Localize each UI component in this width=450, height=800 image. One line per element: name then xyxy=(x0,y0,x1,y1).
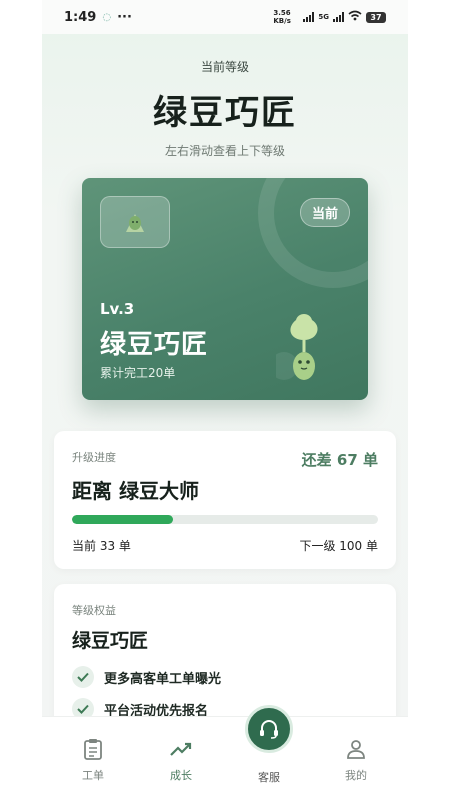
check-icon xyxy=(72,666,94,688)
upgrade-progress-card: 升级进度 还差 67 单 距离 绿豆大师 当前 33 单 下一级 100 单 xyxy=(54,431,396,569)
bean-sprout-mascot-icon xyxy=(276,314,318,380)
benefits-level-name: 绿豆巧匠 xyxy=(72,630,149,652)
tab-service-label: 客服 xyxy=(258,771,280,784)
bean-badge-icon xyxy=(126,214,144,232)
battery-icon: 37 xyxy=(366,11,386,23)
wifi-icon xyxy=(348,10,362,24)
bottom-tab-bar: 工单 成长 客服 我的 xyxy=(42,705,408,800)
progress-bar xyxy=(72,515,378,524)
growth-page: 1:49 ◌ ··· 3.56 KB/s 5G 37 当前等级 绿豆巧匠 左右滑… xyxy=(42,0,408,800)
trend-up-icon xyxy=(151,737,211,761)
status-time: 1:49 xyxy=(64,9,97,25)
remaining-orders: 还差 67 单 xyxy=(301,451,378,469)
status-left: 1:49 ◌ ··· xyxy=(64,10,132,25)
level-card[interactable]: 当前 Lv.3 绿豆巧匠 累计完工20单 xyxy=(82,178,368,400)
decorative-ring xyxy=(258,178,368,288)
level-name: 绿豆巧匠 xyxy=(100,330,209,360)
phone-screen: 1:49 ◌ ··· 3.56 KB/s 5G 37 当前等级 绿豆巧匠 左右滑… xyxy=(0,0,450,800)
benefits-label: 等级权益 xyxy=(72,604,116,617)
more-dots-icon: ··· xyxy=(117,9,132,25)
progress-label: 升级进度 xyxy=(72,451,116,464)
status-bar: 1:49 ◌ ··· 3.56 KB/s 5G 37 xyxy=(42,0,408,34)
current-orders: 当前 33 单 xyxy=(72,539,131,553)
swipe-hint: 左右滑动查看上下等级 xyxy=(164,144,285,158)
completed-count: 累计完工20单 xyxy=(100,366,176,380)
tab-orders-label: 工单 xyxy=(82,769,104,782)
headset-icon xyxy=(260,720,278,739)
benefit-item: 更多高客单工单曝光 xyxy=(72,666,221,688)
next-level-orders: 下一级 100 单 xyxy=(299,539,378,553)
tab-growth-label: 成长 xyxy=(170,769,192,782)
level-badge xyxy=(100,196,170,248)
network-speed: 3.56 KB/s xyxy=(273,9,291,25)
progress-bar-fill xyxy=(72,515,173,524)
tab-mine[interactable]: 我的 xyxy=(326,737,386,783)
next-level-target: 距离 绿豆大师 xyxy=(72,479,199,503)
signal-icon xyxy=(303,12,315,22)
tab-mine-label: 我的 xyxy=(345,769,367,782)
level-benefits-card: 等级权益 绿豆巧匠 更多高客单工单曝光 平台活动优先报名 xyxy=(54,584,396,734)
level-header: 当前等级 绿豆巧匠 左右滑动查看上下等级 xyxy=(42,58,408,159)
header-subtitle: 当前等级 xyxy=(200,60,249,74)
level-number: Lv.3 xyxy=(100,300,135,318)
signal-icon-2 xyxy=(333,12,344,22)
page-title: 绿豆巧匠 xyxy=(153,93,297,133)
current-level-tag: 当前 xyxy=(299,198,350,227)
notification-icon: ◌ xyxy=(102,11,112,23)
benefit-text: 更多高客单工单曝光 xyxy=(104,671,222,687)
network-type: 5G xyxy=(318,13,329,21)
status-right: 3.56 KB/s 5G 37 xyxy=(273,9,386,25)
tab-growth[interactable]: 成长 xyxy=(151,737,211,783)
tab-orders[interactable]: 工单 xyxy=(63,737,123,783)
customer-service-button[interactable] xyxy=(245,705,293,753)
user-icon xyxy=(326,737,386,761)
clipboard-icon xyxy=(63,737,123,761)
